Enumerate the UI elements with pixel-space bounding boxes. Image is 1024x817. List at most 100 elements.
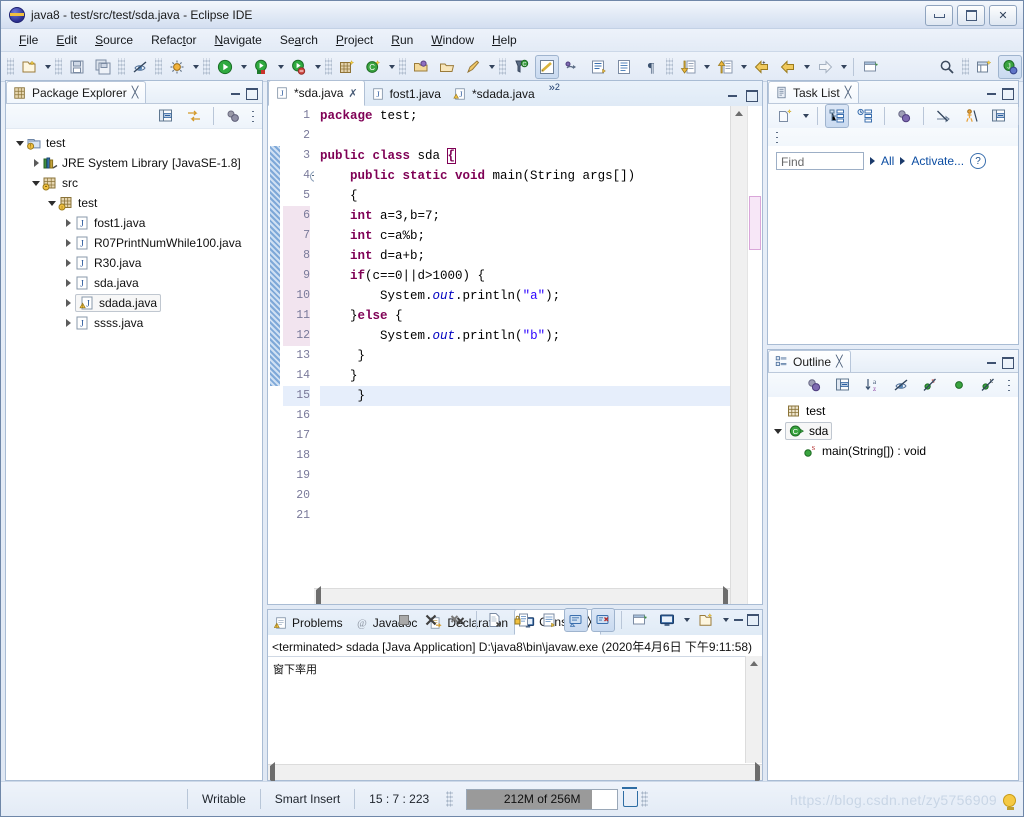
debug-dropdown[interactable]: [190, 56, 201, 78]
minimize-icon[interactable]: [726, 89, 739, 102]
collapse-all-icon[interactable]: [154, 104, 178, 128]
trash-icon[interactable]: [622, 787, 639, 807]
toggle-block-selection-icon[interactable]: [535, 54, 559, 79]
toolbar-grip-9[interactable]: [666, 58, 673, 75]
hide-fields-icon[interactable]: [889, 373, 913, 397]
open-type-icon[interactable]: [409, 55, 433, 79]
maximize-icon[interactable]: [745, 89, 758, 102]
menu-help[interactable]: Help: [484, 31, 525, 49]
toolbar-grip-6[interactable]: [325, 58, 332, 75]
view-menu-icon[interactable]: [772, 129, 782, 145]
editor-tab-overflow[interactable]: » 2: [541, 80, 564, 106]
minimize-icon[interactable]: [229, 87, 242, 100]
new-wizard-icon[interactable]: [17, 55, 41, 79]
toggle-mark-occurrences-icon[interactable]: [128, 55, 152, 79]
forward-dropdown[interactable]: [838, 56, 849, 78]
new-window-icon[interactable]: [859, 55, 883, 79]
lightbulb-icon[interactable]: [1003, 794, 1017, 810]
menu-window[interactable]: Window: [423, 31, 482, 49]
new-task-icon[interactable]: [773, 104, 797, 128]
twisty-open-icon[interactable]: [14, 140, 26, 146]
next-annotation-dropdown[interactable]: [701, 56, 712, 78]
toolbar-grip[interactable]: [7, 58, 14, 75]
run-dropdown[interactable]: [238, 56, 249, 78]
run-last-tool-icon[interactable]: [250, 55, 274, 79]
tab-outline[interactable]: Outline ╳: [768, 350, 851, 372]
twisty-closed-icon[interactable]: [62, 259, 74, 267]
close-button[interactable]: ✕: [989, 5, 1017, 26]
view-menu-icon[interactable]: [248, 108, 258, 124]
menu-source[interactable]: Source: [87, 31, 141, 49]
menu-navigate[interactable]: Navigate: [206, 31, 269, 49]
java-perspective-icon[interactable]: J: [998, 54, 1022, 79]
maximize-button[interactable]: [957, 5, 985, 26]
focus-on-workweek-icon[interactable]: [892, 104, 916, 128]
outline-item-sda-class[interactable]: C sda: [768, 421, 1018, 441]
toolbar-grip-8[interactable]: [499, 58, 506, 75]
status-grip[interactable]: [446, 791, 454, 807]
sort-icon[interactable]: az: [860, 373, 884, 397]
twisty-closed-icon[interactable]: [62, 279, 74, 287]
close-icon[interactable]: ╳: [836, 355, 843, 368]
show-console-on-error-icon[interactable]: [591, 608, 615, 632]
new-java-class-icon[interactable]: C: [361, 55, 385, 79]
focus-on-active-task-icon[interactable]: [802, 373, 826, 397]
console-horizontal-scrollbar[interactable]: [268, 761, 762, 784]
remove-all-terminated-icon[interactable]: [446, 608, 470, 632]
editor-tab-sda-java[interactable]: J *sda.java ✗: [268, 80, 365, 106]
pin-console-icon[interactable]: [628, 608, 652, 632]
toolbar-grip-5[interactable]: [203, 58, 210, 75]
toolbar-grip-2[interactable]: [55, 58, 62, 75]
tab-package-explorer[interactable]: Package Explorer ╳: [6, 81, 147, 103]
run-icon[interactable]: [213, 55, 237, 79]
tree-item-sda-java[interactable]: J sda.java: [6, 273, 262, 293]
collapse-all-icon[interactable]: [831, 373, 855, 397]
console-output[interactable]: 窗下率用: [268, 656, 746, 763]
scroll-right-icon[interactable]: [755, 761, 760, 784]
menu-file[interactable]: File: [11, 31, 46, 49]
new-java-package-icon[interactable]: [335, 55, 359, 79]
outline-item-test-package[interactable]: test: [768, 401, 1018, 421]
memory-monitor[interactable]: 212M of 256M: [466, 787, 639, 810]
editor-marker-gutter[interactable]: [268, 106, 283, 604]
close-icon[interactable]: ╳: [132, 86, 139, 99]
maximize-icon[interactable]: [746, 614, 759, 627]
external-tools-dropdown[interactable]: [486, 56, 497, 78]
toolbar-grip-4[interactable]: [155, 58, 162, 75]
tree-item-ssss-java[interactable]: J ssss.java: [6, 313, 262, 333]
tab-task-list[interactable]: Task List ╳: [768, 81, 860, 103]
coverage-dropdown[interactable]: [312, 56, 323, 78]
close-icon[interactable]: ✗: [348, 87, 357, 100]
editor-tab-sdada-java[interactable]: J *sdada.java: [447, 82, 541, 106]
categorized-presentation-icon[interactable]: [825, 104, 849, 128]
show-whitespace-icon[interactable]: [587, 55, 611, 79]
close-icon[interactable]: ╳: [845, 86, 852, 99]
maximize-icon[interactable]: [1001, 356, 1014, 369]
hide-local-types-icon[interactable]: L: [976, 373, 1000, 397]
hide-non-public-icon[interactable]: [947, 373, 971, 397]
open-task-icon[interactable]: [435, 55, 459, 79]
twisty-closed-icon[interactable]: [62, 239, 74, 247]
twisty-closed-icon[interactable]: [62, 299, 74, 307]
annotation-marker[interactable]: [749, 196, 761, 250]
tab-problems[interactable]: ! Problems: [268, 611, 349, 635]
hide-static-members-icon[interactable]: S: [918, 373, 942, 397]
external-tools-icon[interactable]: [461, 55, 485, 79]
twisty-closed-icon[interactable]: [62, 319, 74, 327]
tree-item-src-folder[interactable]: src: [6, 173, 262, 193]
code-area[interactable]: package test; public class sda { public …: [314, 106, 730, 604]
filter-all-link[interactable]: All: [881, 154, 894, 168]
back-dropdown[interactable]: [801, 56, 812, 78]
filter-activate-link[interactable]: Activate...: [911, 154, 964, 168]
next-annotation-nav-icon[interactable]: [676, 55, 700, 79]
toolbar-grip-7[interactable]: [399, 58, 406, 75]
debug-icon[interactable]: [165, 55, 189, 79]
editor-horizontal-scrollbar[interactable]: [314, 585, 730, 604]
link-with-editor-icon[interactable]: [182, 104, 206, 128]
save-icon[interactable]: [65, 55, 89, 79]
scroll-left-icon[interactable]: [270, 761, 275, 784]
scroll-left-icon[interactable]: [316, 585, 321, 604]
toolbar-grip-10[interactable]: [962, 58, 969, 75]
help-icon[interactable]: ?: [970, 153, 987, 169]
view-menu-icon[interactable]: [1004, 377, 1014, 393]
